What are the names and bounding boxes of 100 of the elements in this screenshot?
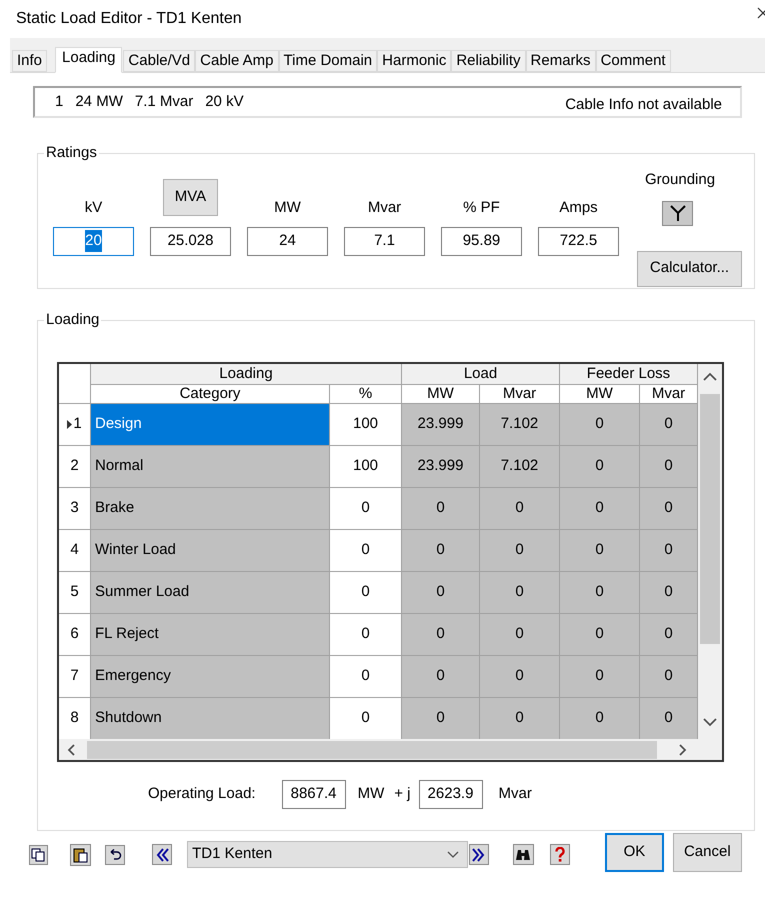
- group-header: Feeder Loss: [560, 364, 698, 384]
- scroll-thumb[interactable]: [87, 740, 657, 758]
- grounding-button[interactable]: [662, 200, 693, 226]
- tab[interactable]: Comment: [596, 50, 671, 72]
- wye-icon: [668, 204, 686, 222]
- scroll-up-icon[interactable]: [703, 372, 717, 380]
- column-header: MW: [402, 384, 480, 402]
- field-label: MW: [274, 198, 301, 218]
- table-cell: 0: [640, 614, 698, 654]
- scroll-right-icon[interactable]: [678, 744, 687, 756]
- summary-text: 7.1 Mvar: [134, 92, 194, 112]
- value-field[interactable]: 25.028: [150, 226, 231, 256]
- row-number[interactable]: 4: [70, 538, 79, 562]
- column-header: Mvar: [640, 384, 698, 402]
- table-cell: 0: [402, 698, 480, 738]
- table-cell: 0: [560, 656, 640, 696]
- table-cell: 23.999: [402, 404, 480, 444]
- row-number[interactable]: 7: [70, 664, 79, 688]
- group-header: Loading: [91, 364, 402, 384]
- tab[interactable]: Harmonic: [377, 50, 452, 72]
- table-cell: 100: [330, 404, 402, 444]
- copy-button[interactable]: [29, 844, 48, 864]
- category-cell: FL Reject: [91, 614, 330, 654]
- binoculars-icon: [515, 848, 532, 861]
- scroll-thumb[interactable]: [700, 394, 720, 644]
- row-number[interactable]: 1: [73, 412, 82, 436]
- table-cell: 0: [480, 614, 560, 654]
- tab[interactable]: Cable Amp: [195, 50, 279, 72]
- copy-icon: [31, 848, 46, 862]
- table-cell: 0: [640, 530, 698, 570]
- mva-button[interactable]: MVA: [163, 178, 218, 216]
- table-cell: 0: [640, 572, 698, 612]
- table-cell: 0: [640, 656, 698, 696]
- value-field[interactable]: 722.5: [538, 226, 619, 256]
- value-field[interactable]: 95.89: [441, 226, 522, 256]
- table-cell: 0: [560, 698, 640, 738]
- category-cell: Winter Load: [91, 530, 330, 570]
- scroll-down-icon[interactable]: [703, 718, 717, 726]
- paste-button[interactable]: [70, 844, 91, 866]
- table-cell: 0: [330, 614, 402, 654]
- field-label: Amps: [559, 198, 598, 218]
- table-cell: 0: [480, 530, 560, 570]
- previous-button[interactable]: [152, 844, 172, 865]
- find-button[interactable]: [512, 844, 534, 865]
- mvar-field[interactable]: 2623.9: [418, 780, 482, 808]
- table-cell: 0: [560, 446, 640, 486]
- field-label: % PF: [463, 198, 500, 218]
- table-cell: 0: [560, 614, 640, 654]
- table-cell: 0: [480, 488, 560, 528]
- double-chevron-right-icon: [472, 848, 486, 862]
- category-cell: Emergency: [91, 656, 330, 696]
- table-cell: 0: [330, 572, 402, 612]
- table-cell: 0: [480, 656, 560, 696]
- chevron-down-icon: [447, 851, 460, 858]
- column-header: %: [330, 384, 402, 402]
- row-number[interactable]: 3: [70, 496, 79, 520]
- summary-text: 20 kV: [205, 92, 244, 112]
- undo-button[interactable]: [104, 844, 126, 864]
- table-cell: 0: [330, 698, 402, 738]
- table-cell: 0: [402, 572, 480, 612]
- tab[interactable]: Reliability: [451, 50, 526, 72]
- tab[interactable]: Info: [12, 50, 48, 72]
- column-header: Mvar: [480, 384, 560, 402]
- row-number[interactable]: 2: [70, 454, 79, 478]
- row-number[interactable]: 5: [70, 580, 79, 604]
- tab[interactable]: Loading: [55, 47, 122, 73]
- row-number[interactable]: 6: [70, 622, 79, 646]
- table-cell: 0: [640, 488, 698, 528]
- table-cell: 0: [560, 530, 640, 570]
- table-cell: 0: [480, 698, 560, 738]
- row-number[interactable]: 8: [70, 706, 79, 730]
- cable-info-note: Cable Info not available: [565, 94, 722, 115]
- tab[interactable]: Cable/Vd: [123, 50, 196, 72]
- record-dropdown[interactable]: TD1 Kenten: [187, 841, 468, 868]
- category-cell: Brake: [91, 488, 330, 528]
- next-button[interactable]: [469, 844, 489, 865]
- mw-field[interactable]: 8867.4: [282, 780, 346, 808]
- tab[interactable]: Remarks: [526, 50, 596, 72]
- window-title: Static Load Editor - TD1 Kenten: [16, 9, 242, 29]
- category-cell: Design: [91, 404, 330, 444]
- table-cell: 0: [640, 404, 698, 444]
- calculator-button[interactable]: Calculator...: [637, 250, 742, 286]
- value-field[interactable]: 24: [247, 226, 328, 256]
- table-cell: 0: [560, 404, 640, 444]
- field-label: Mvar: [368, 198, 402, 218]
- unit-label: Mvar: [498, 784, 532, 804]
- column-header: MW: [560, 384, 640, 402]
- value-field[interactable]: 7.1: [344, 226, 425, 256]
- table-cell: 100: [330, 446, 402, 486]
- tab[interactable]: Time Domain: [278, 50, 378, 72]
- unit-label: MW: [358, 784, 384, 804]
- clipboard-icon: [72, 846, 88, 862]
- value-field[interactable]: 20: [53, 226, 134, 256]
- scroll-left-icon[interactable]: [67, 744, 76, 756]
- ok-button[interactable]: OK: [605, 833, 664, 872]
- cancel-button[interactable]: Cancel: [672, 833, 742, 872]
- double-chevron-left-icon: [156, 848, 169, 862]
- help-button[interactable]: [550, 844, 570, 865]
- group-header: Load: [402, 364, 560, 384]
- table-cell: 0: [560, 572, 640, 612]
